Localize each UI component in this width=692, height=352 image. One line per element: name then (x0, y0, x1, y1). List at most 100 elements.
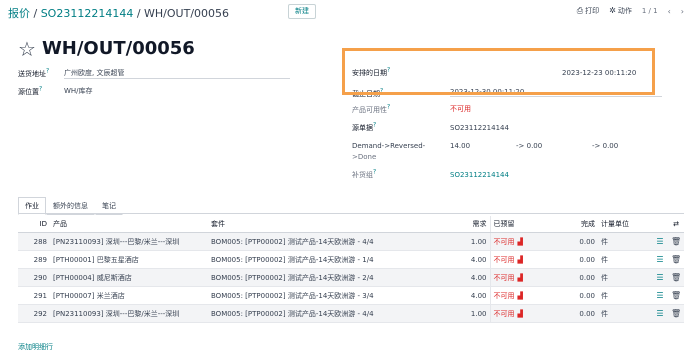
source-location-label: 源位置? (18, 86, 43, 97)
pager-value[interactable]: 1 / 1 (642, 7, 658, 15)
procurement-group-label: 补货组? (352, 169, 377, 180)
cell-done[interactable]: 0.00 (552, 304, 598, 323)
top-actions: ⎙ 打印 ✲ 动作 1 / 1 ‹ › (577, 6, 684, 16)
move-lines-table: ID 产品 套件 需求 已预留 完成 计量单位 ⇄ 288 [PN2311009… (18, 216, 684, 323)
printer-icon: ⎙ (576, 6, 584, 15)
cell-kit[interactable]: BOM005: [PTP00002] 测试产品-14天欧洲游 - 2/4 (208, 268, 438, 287)
col-header-product[interactable]: 产品 (50, 216, 208, 233)
action-button[interactable]: ✲ 动作 (609, 6, 632, 16)
demand-value-1: 14.00 (450, 142, 471, 150)
procurement-group-row: 补货组? (352, 169, 376, 180)
delivery-address-field[interactable]: 广州欧度, 文辰超管 (64, 68, 290, 79)
cell-id: 288 (18, 232, 50, 251)
cell-product[interactable]: [PTH00001] 巴黎五星酒店 (50, 250, 208, 269)
source-doc-row: 源单据? (352, 122, 376, 133)
add-line-link[interactable]: 添加明细行 (18, 342, 53, 352)
record-title: WH/OUT/00056 (41, 38, 195, 59)
delete-trash-icon[interactable]: 🗑 (668, 268, 684, 287)
cell-uom[interactable]: 件 (598, 286, 652, 305)
details-list-icon[interactable]: ☰ (652, 304, 668, 323)
forecast-chart-icon[interactable]: ▟ (518, 274, 523, 282)
cell-product[interactable]: [PN23110093] 深圳---巴黎/米兰---深圳 (50, 232, 208, 251)
new-button[interactable]: 新建 (288, 4, 316, 19)
cell-uom[interactable]: 件 (598, 250, 652, 269)
table-row[interactable]: 289 [PTH00001] 巴黎五星酒店 BOM005: [PTP00002]… (18, 250, 684, 269)
delivery-address-label: 送货地址? (18, 68, 50, 79)
details-list-icon[interactable]: ☰ (652, 232, 668, 251)
table-header-row: ID 产品 套件 需求 已预留 完成 计量单位 ⇄ (18, 216, 684, 233)
cell-reserved: 不可用 ▟ (489, 232, 552, 251)
breadcrumb-separator: / (33, 7, 41, 20)
details-list-icon[interactable]: ☰ (652, 286, 668, 305)
breadcrumb-current: WH/OUT/00056 (144, 7, 230, 20)
cell-product[interactable]: [PTH00004] 威尼斯酒店 (50, 268, 208, 287)
highlight-annotation-box (342, 48, 655, 95)
cell-reserved: 不可用 ▟ (489, 268, 552, 287)
col-header-kit[interactable]: 套件 (208, 216, 438, 233)
cell-demand[interactable]: 1.00 (438, 232, 490, 251)
cell-done[interactable]: 0.00 (552, 286, 598, 305)
cell-demand[interactable]: 4.00 (438, 268, 490, 287)
breadcrumb-link-sale-order[interactable]: SO23112214144 (41, 7, 134, 20)
delete-trash-icon[interactable]: 🗑 (668, 304, 684, 323)
source-location-row: 源位置? WH/库存 (18, 86, 93, 97)
cell-product[interactable]: [PTH00007] 米兰酒店 (50, 286, 208, 305)
delete-trash-icon[interactable]: 🗑 (668, 286, 684, 305)
forecast-chart-icon[interactable]: ▟ (518, 238, 523, 246)
cell-id: 292 (18, 304, 50, 323)
cell-reserved: 不可用 ▟ (489, 304, 552, 323)
demand-label: Demand->Reversed- >Done (352, 142, 426, 161)
source-doc-label: 源单据? (352, 122, 377, 133)
col-header-done[interactable]: 完成 (552, 216, 598, 233)
cell-done[interactable]: 0.00 (552, 268, 598, 287)
delete-trash-icon[interactable]: 🗑 (668, 232, 684, 251)
cell-demand[interactable]: 4.00 (438, 250, 490, 269)
demand-value-3: -> 0.00 (592, 142, 619, 150)
cell-demand[interactable]: 4.00 (438, 286, 490, 305)
chevron-left-icon[interactable]: ‹ (668, 7, 671, 16)
details-list-icon[interactable]: ☰ (652, 268, 668, 287)
table-row[interactable]: 290 [PTH00004] 威尼斯酒店 BOM005: [PTP00002] … (18, 268, 684, 287)
availability-row: 产品可用性? (352, 104, 390, 115)
forecast-chart-icon[interactable]: ▟ (518, 310, 523, 318)
forecast-chart-icon[interactable]: ▟ (518, 256, 523, 264)
source-location-field[interactable]: WH/库存 (64, 86, 93, 96)
cell-done[interactable]: 0.00 (552, 250, 598, 269)
cell-uom[interactable]: 件 (598, 304, 652, 323)
breadcrumb-link-quotes[interactable]: 报价 (8, 7, 30, 20)
print-button[interactable]: ⎙ 打印 (577, 6, 599, 16)
cell-kit[interactable]: BOM005: [PTP00002] 测试产品-14天欧洲游 - 1/4 (208, 250, 438, 269)
procurement-group-link[interactable]: SO23112214144 (450, 171, 509, 179)
cell-id: 291 (18, 286, 50, 305)
col-header-uom[interactable]: 计量单位 (598, 216, 652, 233)
table-row[interactable]: 292 [PN23110093] 深圳---巴黎/米兰---深圳 BOM005:… (18, 304, 684, 323)
cell-reserved: 不可用 ▟ (489, 286, 552, 305)
star-icon[interactable]: ☆ (18, 39, 36, 59)
cell-product[interactable]: [PN23110093] 深圳---巴黎/米兰---深圳 (50, 304, 208, 323)
cell-uom[interactable]: 件 (598, 268, 652, 287)
col-header-blank (652, 216, 668, 233)
cell-demand[interactable]: 1.00 (438, 304, 490, 323)
details-list-icon[interactable]: ☰ (652, 250, 668, 269)
table-row[interactable]: 291 [PTH00007] 米兰酒店 BOM005: [PTP00002] 测… (18, 286, 684, 305)
forecast-chart-icon[interactable]: ▟ (518, 292, 523, 300)
cell-done[interactable]: 0.00 (552, 232, 598, 251)
gear-icon: ✲ (609, 6, 616, 15)
availability-label: 产品可用性? (352, 104, 391, 115)
delivery-address-row: 送货地址? 广州欧度, 文辰超管 (18, 68, 290, 79)
cell-kit[interactable]: BOM005: [PTP00002] 测试产品-14天欧洲游 - 4/4 (208, 232, 438, 251)
cell-uom[interactable]: 件 (598, 232, 652, 251)
chevron-right-icon[interactable]: › (681, 7, 684, 16)
delete-trash-icon[interactable]: 🗑 (668, 250, 684, 269)
availability-value: 不可用 (450, 105, 471, 113)
col-header-id[interactable]: ID (18, 216, 50, 233)
table-row[interactable]: 288 [PN23110093] 深圳---巴黎/米兰---深圳 BOM005:… (18, 232, 684, 251)
optional-columns-toggle-icon[interactable]: ⇄ (668, 216, 684, 233)
source-doc-field[interactable]: SO23112214144 (450, 124, 509, 132)
tabs-divider (18, 213, 684, 214)
col-header-demand[interactable]: 需求 (438, 216, 490, 233)
cell-kit[interactable]: BOM005: [PTP00002] 测试产品-14天欧洲游 - 4/4 (208, 304, 438, 323)
col-header-reserved[interactable]: 已预留 (489, 216, 552, 233)
cell-reserved: 不可用 ▟ (489, 250, 552, 269)
cell-kit[interactable]: BOM005: [PTP00002] 测试产品-14天欧洲游 - 3/4 (208, 286, 438, 305)
